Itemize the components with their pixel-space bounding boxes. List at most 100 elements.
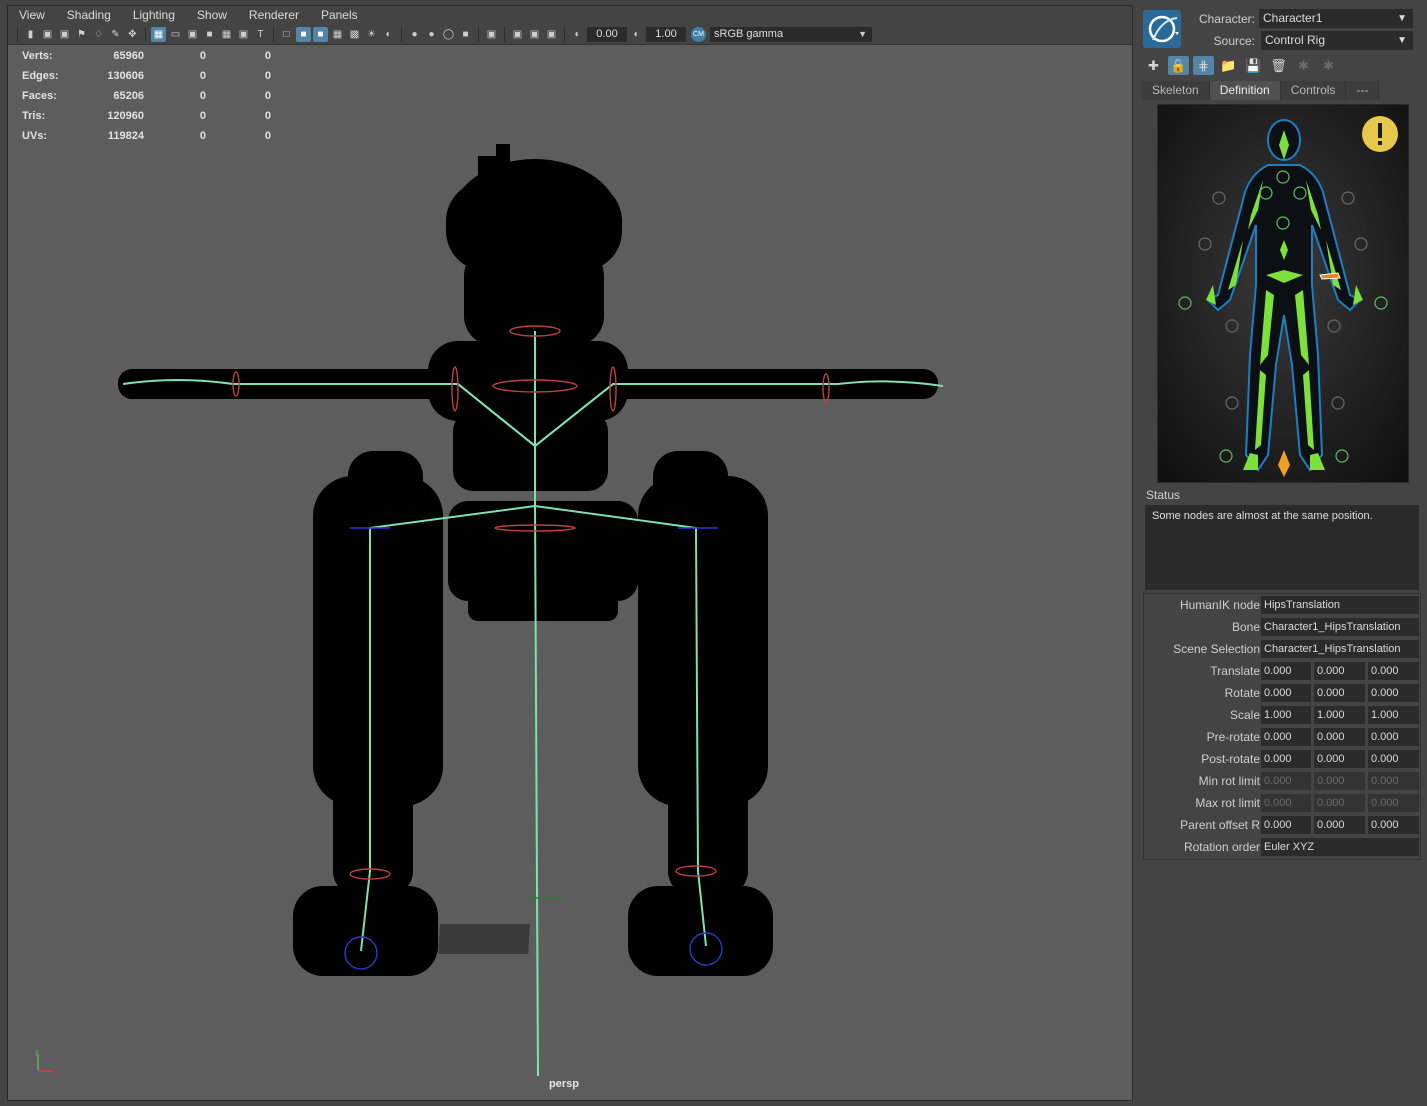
character-label: Character: (1198, 12, 1255, 26)
color-management-icon[interactable]: CM (691, 27, 706, 42)
delete-icon[interactable]: 🗑 (1268, 56, 1289, 75)
row-translate: Translate 0.000 0.000 0.000 (1144, 660, 1420, 682)
image-plane-icon[interactable]: ♢ (91, 27, 106, 42)
grease-pencil-icon[interactable]: ✎ (108, 27, 123, 42)
wireframe-on-shaded-icon[interactable]: ▦ (330, 27, 345, 42)
mirror-icon[interactable]: ⋕ (1193, 56, 1214, 75)
translate-x-field[interactable]: 0.000 (1261, 662, 1311, 680)
source-label: Source: (1213, 34, 1255, 48)
exposure-field[interactable]: 0.00 (587, 27, 627, 42)
parent-offset-r-z-field[interactable]: 0.000 (1368, 816, 1419, 834)
hud-v3: 0 (264, 70, 271, 82)
save-icon[interactable]: 💾 (1243, 56, 1264, 75)
axis-y-label: y (35, 1049, 39, 1056)
menu-shading[interactable]: Shading (56, 6, 122, 25)
post-rotate-y-field[interactable]: 0.000 (1314, 750, 1365, 768)
max-rot-limit-y-field: 0.000 (1314, 794, 1365, 812)
gamma-field[interactable]: 1.00 (646, 27, 686, 42)
motion-blur-icon[interactable]: ● (424, 27, 439, 42)
shadows-icon[interactable]: ◐ (381, 27, 396, 42)
tab-skeleton[interactable]: Skeleton (1142, 81, 1210, 100)
menu-panels[interactable]: Panels (310, 6, 369, 25)
rotate-y-field[interactable]: 0.000 (1314, 684, 1365, 702)
tab-definition[interactable]: Definition (1209, 81, 1281, 100)
humanik-logo-icon[interactable] (1143, 10, 1181, 48)
pan-zoom-icon[interactable]: ✥ (125, 27, 140, 42)
wireframe-icon[interactable]: □ (279, 27, 294, 42)
toolbar-divider (401, 27, 402, 42)
screen-space-ao-icon[interactable]: ● (407, 27, 422, 42)
menu-lighting[interactable]: Lighting (122, 6, 186, 25)
source-select[interactable]: Control Rig ▼ (1261, 31, 1413, 50)
view-transform-select[interactable]: sRGB gamma ▼ (710, 27, 872, 42)
translate-z-field[interactable]: 0.000 (1368, 662, 1419, 680)
hud-v2: 0 (199, 50, 206, 62)
gamma-icon[interactable]: ◐ (629, 27, 644, 42)
default-material-icon[interactable]: ■ (313, 27, 328, 42)
safe-title-icon[interactable]: T (253, 27, 268, 42)
viewport-panel[interactable]: View Shading Lighting Show Renderer Pane… (7, 5, 1133, 1101)
field-chart-icon[interactable]: ▦ (219, 27, 234, 42)
min-rot-limit-y-field: 0.000 (1314, 772, 1365, 790)
axis-x-label: x (54, 1069, 58, 1076)
scale-y-field[interactable]: 1.000 (1314, 706, 1365, 724)
rotation-order-field[interactable]: Euler XYZ (1261, 838, 1419, 856)
select-camera-icon[interactable]: ▮ (23, 27, 38, 42)
camera-attributes-icon[interactable]: ▣ (40, 27, 55, 42)
textured-icon[interactable]: ▩ (347, 27, 362, 42)
xray-icon[interactable]: ▣ (510, 27, 525, 42)
post-rotate-z-field[interactable]: 0.000 (1368, 750, 1419, 768)
lock-icon[interactable]: 🔒 (1168, 56, 1189, 75)
open-folder-icon[interactable]: 📁 (1218, 56, 1239, 75)
chevron-down-icon: ▼ (1397, 35, 1407, 46)
post-rotate-x-field[interactable]: 0.000 (1261, 750, 1311, 768)
depth-of-field-icon[interactable]: ■ (458, 27, 473, 42)
row-bone: Bone Character1_HipsTranslation (1144, 616, 1420, 638)
rotate-x-field[interactable]: 0.000 (1261, 684, 1311, 702)
xray-joints-icon[interactable]: ▣ (544, 27, 559, 42)
film-gate-icon[interactable]: ▭ (168, 27, 183, 42)
translate-y-field[interactable]: 0.000 (1314, 662, 1365, 680)
tab-controls[interactable]: Controls (1280, 81, 1347, 100)
min-rot-limit-z-field: 0.000 (1368, 772, 1419, 790)
bookmark-camera-icon[interactable]: ▣ (57, 27, 72, 42)
lights-icon[interactable]: ☀ (364, 27, 379, 42)
pre-rotate-y-field[interactable]: 0.000 (1314, 728, 1365, 746)
scale-x-field[interactable]: 1.000 (1261, 706, 1311, 724)
smooth-shade-icon[interactable]: ■ (296, 27, 311, 42)
grid-icon[interactable]: ▦ (151, 27, 166, 42)
max-rot-limit-label: Max rot limit (1195, 796, 1260, 810)
character-definition-figure[interactable] (1157, 104, 1409, 483)
isolate-select-icon[interactable]: ▣ (484, 27, 499, 42)
pre-rotate-z-field[interactable]: 0.000 (1368, 728, 1419, 746)
create-character-icon[interactable]: ✚ (1143, 56, 1164, 75)
xray-active-icon[interactable]: ▣ (527, 27, 542, 42)
rest-pose-icon[interactable]: ✱ (1318, 56, 1339, 75)
character-select[interactable]: Character1 ▼ (1259, 9, 1413, 28)
menu-renderer[interactable]: Renderer (238, 6, 310, 25)
resolution-gate-icon[interactable]: ▣ (185, 27, 200, 42)
rotate-z-field[interactable]: 0.000 (1368, 684, 1419, 702)
menu-show[interactable]: Show (186, 6, 238, 25)
parent-offset-r-x-field[interactable]: 0.000 (1261, 816, 1311, 834)
menu-view[interactable]: View (8, 6, 56, 25)
parent-offset-r-y-field[interactable]: 0.000 (1314, 816, 1365, 834)
max-rot-limit-x-field: 0.000 (1261, 794, 1311, 812)
safe-action-icon[interactable]: ▣ (236, 27, 251, 42)
humanik-node-field[interactable]: HipsTranslation (1261, 596, 1419, 614)
hud-label: Faces: (22, 90, 57, 102)
exposure-icon[interactable]: ◐ (570, 27, 585, 42)
gate-mask-icon[interactable]: ■ (202, 27, 217, 42)
row-scale: Scale 1.000 1.000 1.000 (1144, 704, 1420, 726)
scene-selection-field[interactable]: Character1_HipsTranslation (1261, 640, 1419, 658)
hud-row: Tris: 120960 0 0 (22, 106, 271, 126)
tab-more[interactable]: --- (1346, 81, 1380, 100)
pre-rotate-x-field[interactable]: 0.000 (1261, 728, 1311, 746)
parent-offset-r-label: Parent offset R (1180, 818, 1260, 832)
bone-field[interactable]: Character1_HipsTranslation (1261, 618, 1419, 636)
scene-view[interactable] (8, 6, 1132, 1100)
scale-z-field[interactable]: 1.000 (1368, 706, 1419, 724)
anti-aliasing-icon[interactable]: ◯ (441, 27, 456, 42)
bookmark-icon[interactable]: ⚑ (74, 27, 89, 42)
stance-pose-icon[interactable]: ✱ (1293, 56, 1314, 75)
